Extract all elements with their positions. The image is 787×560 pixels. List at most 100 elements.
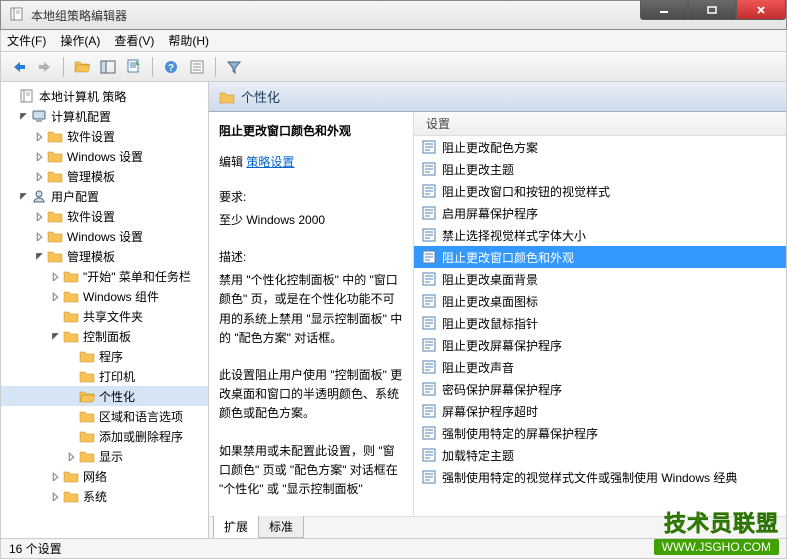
menu-view[interactable]: 查看(V)	[114, 32, 154, 49]
computer-icon	[31, 109, 47, 123]
up-button[interactable]	[70, 55, 94, 79]
setting-item[interactable]: 阻止更改配色方案	[414, 136, 786, 158]
expander-closed-icon[interactable]	[49, 470, 61, 482]
tab-standard[interactable]: 标准	[258, 516, 304, 538]
menu-help[interactable]: 帮助(H)	[168, 32, 209, 49]
tree-win-components[interactable]: Windows 组件	[1, 286, 208, 306]
bottom-tabs: 扩展 标准	[209, 516, 786, 538]
tree-label: 管理模板	[67, 168, 115, 185]
show-hide-tree-button[interactable]	[96, 55, 120, 79]
tree-display[interactable]: 显示	[1, 446, 208, 466]
back-button[interactable]	[7, 55, 31, 79]
filter-button[interactable]	[222, 55, 246, 79]
tree-comp-software[interactable]: 软件设置	[1, 126, 208, 146]
settings-header[interactable]: 设置	[414, 112, 786, 136]
setting-item[interactable]: 阻止更改桌面背景	[414, 268, 786, 290]
folder-icon	[63, 489, 79, 503]
tree-comp-windows[interactable]: Windows 设置	[1, 146, 208, 166]
policy-setting-icon	[422, 316, 436, 330]
expander-open-icon[interactable]	[17, 190, 29, 202]
policy-tree[interactable]: 本地计算机 策略 计算机配置 软件设置 Windows 设置 管理模板	[1, 82, 208, 538]
setting-item[interactable]: 禁止选择视觉样式字体大小	[414, 224, 786, 246]
tree-programs[interactable]: 程序	[1, 346, 208, 366]
setting-item[interactable]: 阻止更改窗口和按钮的视觉样式	[414, 180, 786, 202]
setting-item[interactable]: 强制使用特定的屏幕保护程序	[414, 422, 786, 444]
minimize-button[interactable]	[640, 0, 688, 20]
setting-item[interactable]: 阻止更改主题	[414, 158, 786, 180]
tree-label: 计算机配置	[51, 108, 111, 125]
close-button[interactable]	[736, 0, 786, 20]
folder-icon	[47, 149, 63, 163]
setting-item[interactable]: 阻止更改窗口颜色和外观	[414, 246, 786, 268]
forward-button[interactable]	[33, 55, 57, 79]
tree-start-menu[interactable]: "开始" 菜单和任务栏	[1, 266, 208, 286]
tree-control-panel[interactable]: 控制面板	[1, 326, 208, 346]
help-button[interactable]: ?	[159, 55, 183, 79]
titlebar: 本地组策略编辑器	[0, 0, 787, 30]
setting-item[interactable]: 强制使用特定的视觉样式文件或强制使用 Windows 经典	[414, 466, 786, 488]
tree-user-windows[interactable]: Windows 设置	[1, 226, 208, 246]
edit-policy-link[interactable]: 策略设置	[246, 153, 294, 170]
tree-add-remove[interactable]: 添加或删除程序	[1, 426, 208, 446]
menu-action[interactable]: 操作(A)	[60, 32, 100, 49]
app-icon	[9, 7, 25, 23]
expander-open-icon[interactable]	[33, 250, 45, 262]
tree-region-lang[interactable]: 区域和语言选项	[1, 406, 208, 426]
setting-label: 强制使用特定的屏幕保护程序	[442, 425, 598, 442]
tree-computer-config[interactable]: 计算机配置	[1, 106, 208, 126]
expander-closed-icon[interactable]	[33, 130, 45, 142]
setting-item[interactable]: 启用屏幕保护程序	[414, 202, 786, 224]
export-button[interactable]	[122, 55, 146, 79]
expander-open-icon[interactable]	[49, 330, 61, 342]
policy-setting-icon	[422, 360, 436, 374]
tree-label: 添加或删除程序	[99, 428, 183, 445]
tab-extended[interactable]: 扩展	[213, 516, 259, 538]
setting-label: 密码保护屏幕保护程序	[442, 381, 562, 398]
policy-setting-icon	[422, 426, 436, 440]
setting-item[interactable]: 阻止更改声音	[414, 356, 786, 378]
expander-closed-icon[interactable]	[33, 230, 45, 242]
expander-blank	[65, 430, 77, 442]
expander-closed-icon[interactable]	[49, 270, 61, 282]
expander-closed-icon[interactable]	[33, 210, 45, 222]
tree-user-software[interactable]: 软件设置	[1, 206, 208, 226]
settings-list[interactable]: 阻止更改配色方案阻止更改主题阻止更改窗口和按钮的视觉样式启用屏幕保护程序禁止选择…	[414, 136, 786, 516]
expander-blank	[65, 410, 77, 422]
tree-comp-admin[interactable]: 管理模板	[1, 166, 208, 186]
right-header-title: 个性化	[241, 87, 280, 106]
expander-open-icon[interactable]	[17, 110, 29, 122]
tree-user-config[interactable]: 用户配置	[1, 186, 208, 206]
policy-setting-icon	[422, 272, 436, 286]
expander-closed-icon[interactable]	[33, 150, 45, 162]
setting-item[interactable]: 阻止更改屏幕保护程序	[414, 334, 786, 356]
tree-shared-folders[interactable]: 共享文件夹	[1, 306, 208, 326]
expander-closed-icon[interactable]	[49, 490, 61, 502]
tree-root[interactable]: 本地计算机 策略	[1, 86, 208, 106]
folder-icon	[79, 369, 95, 383]
menu-file[interactable]: 文件(F)	[7, 32, 46, 49]
right-body: 阻止更改窗口颜色和外观 编辑 策略设置 要求: 至少 Windows 2000 …	[209, 112, 786, 516]
tree-label: 管理模板	[67, 248, 115, 265]
tree-network[interactable]: 网络	[1, 466, 208, 486]
setting-label: 阻止更改屏幕保护程序	[442, 337, 562, 354]
setting-item[interactable]: 阻止更改鼠标指针	[414, 312, 786, 334]
setting-item[interactable]: 加载特定主题	[414, 444, 786, 466]
setting-label: 阻止更改主题	[442, 161, 514, 178]
description-p3: 如果禁用或未配置此设置，则 "窗口颜色" 页或 "配色方案" 对话框在 "个性化…	[219, 442, 403, 500]
expander-closed-icon[interactable]	[33, 170, 45, 182]
expander-closed-icon[interactable]	[65, 450, 77, 462]
expander-icon[interactable]	[5, 90, 17, 102]
tree-personalization[interactable]: 个性化	[1, 386, 208, 406]
menubar: 文件(F) 操作(A) 查看(V) 帮助(H)	[0, 30, 787, 52]
tree-printers[interactable]: 打印机	[1, 366, 208, 386]
tree-user-admin[interactable]: 管理模板	[1, 246, 208, 266]
maximize-button[interactable]	[688, 0, 736, 20]
properties-button[interactable]	[185, 55, 209, 79]
expander-closed-icon[interactable]	[49, 290, 61, 302]
description-p1: 禁用 "个性化控制面板" 中的 "窗口颜色" 页，或是在个性化功能不可用的系统上…	[219, 271, 403, 348]
setting-item[interactable]: 密码保护屏幕保护程序	[414, 378, 786, 400]
tree-system[interactable]: 系统	[1, 486, 208, 506]
policy-setting-icon	[422, 206, 436, 220]
setting-item[interactable]: 阻止更改桌面图标	[414, 290, 786, 312]
setting-item[interactable]: 屏幕保护程序超时	[414, 400, 786, 422]
